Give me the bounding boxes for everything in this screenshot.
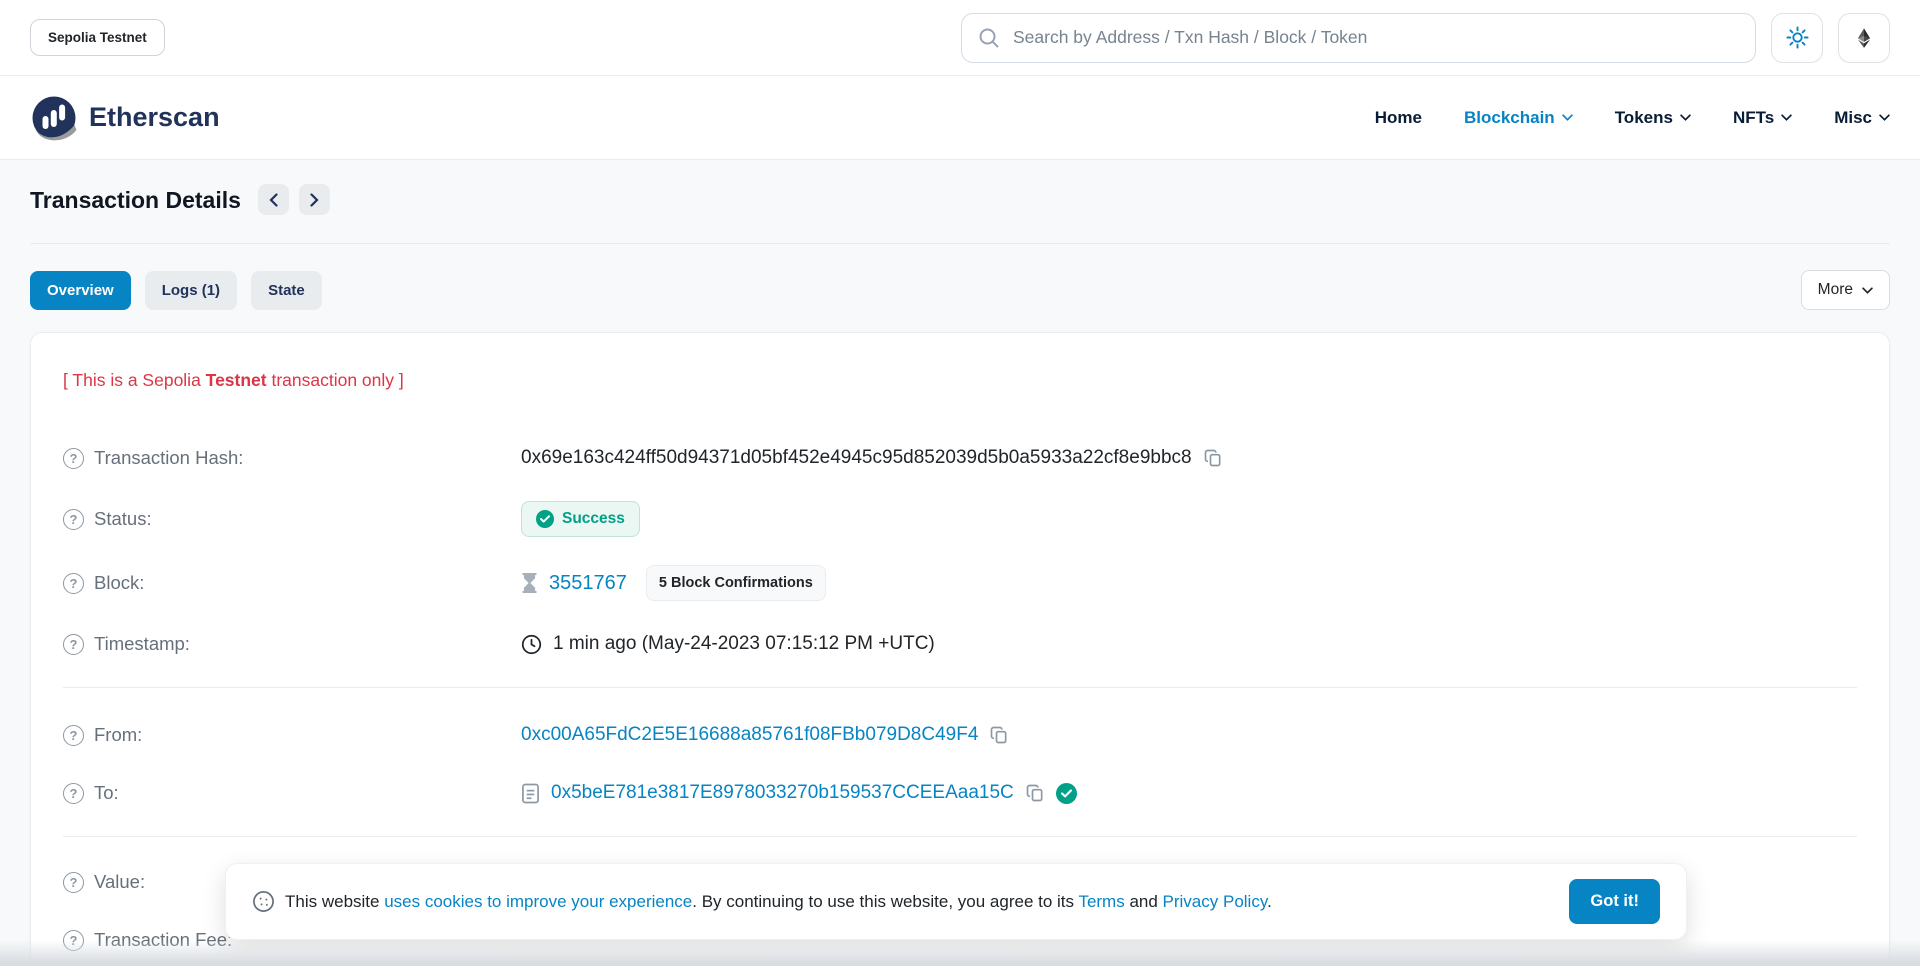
tab-overview[interactable]: Overview <box>30 271 131 310</box>
nav-item-nfts[interactable]: NFTs <box>1733 108 1792 128</box>
sun-icon <box>1786 26 1809 49</box>
cookie-text: and <box>1125 892 1163 911</box>
got-it-button[interactable]: Got it! <box>1569 879 1660 924</box>
main-content: Transaction Details Overview Logs (1) St… <box>0 160 1920 966</box>
cookie-text: . <box>1267 892 1272 911</box>
from-label: From: <box>94 724 142 746</box>
copy-icon <box>1025 783 1045 803</box>
page-title: Transaction Details <box>30 185 241 215</box>
value-label: Value: <box>94 871 145 893</box>
row-block: ? Block: 3551767 5 Block Confirmations <box>63 565 1857 601</box>
main-nav: Home Blockchain Tokens NFTs Misc <box>1375 108 1890 128</box>
from-address-link[interactable]: 0xc00A65FdC2E5E16688a85761f08FBb079D8C49… <box>521 724 978 746</box>
more-dropdown-button[interactable]: More <box>1801 270 1890 310</box>
copy-txn-hash-button[interactable] <box>1203 448 1223 468</box>
row-status: ? Status: Success <box>63 501 1857 537</box>
block-number-link[interactable]: 3551767 <box>549 572 627 595</box>
help-icon[interactable]: ? <box>63 930 84 951</box>
top-bar: Sepolia Testnet <box>0 0 1920 76</box>
transaction-hash-label: Transaction Hash: <box>94 447 243 469</box>
cookie-consent-banner: This website uses cookies to improve you… <box>225 863 1687 940</box>
next-transaction-button[interactable] <box>299 184 330 215</box>
to-address-link[interactable]: 0x5beE781e3817E8978033270b159537CCEEAaa1… <box>551 782 1014 804</box>
help-icon[interactable]: ? <box>63 573 84 594</box>
cookie-text: . By continuing to use this website, you… <box>692 892 1078 911</box>
brand-name: Etherscan <box>89 102 220 133</box>
help-icon[interactable]: ? <box>63 872 84 893</box>
etherscan-logo[interactable]: Etherscan <box>30 94 220 142</box>
divider <box>63 836 1857 837</box>
copy-icon <box>989 725 1009 745</box>
network-switch-button[interactable] <box>1838 13 1890 63</box>
block-label: Block: <box>94 572 144 594</box>
clock-icon <box>521 634 542 655</box>
row-transaction-hash: ? Transaction Hash: 0x69e163c424ff50d943… <box>63 443 1857 473</box>
terms-link[interactable]: Terms <box>1078 892 1124 911</box>
tab-logs[interactable]: Logs (1) <box>145 271 237 310</box>
copy-from-address-button[interactable] <box>989 725 1009 745</box>
divider <box>30 243 1890 244</box>
contract-icon <box>521 783 540 804</box>
status-label: Status: <box>94 508 152 530</box>
chevron-down-icon <box>1562 114 1573 121</box>
tab-state[interactable]: State <box>251 271 322 310</box>
copy-to-address-button[interactable] <box>1025 783 1045 803</box>
theme-toggle-button[interactable] <box>1771 13 1823 63</box>
hourglass-icon <box>521 573 538 593</box>
timestamp-label: Timestamp: <box>94 633 190 655</box>
chevron-down-icon <box>1680 114 1691 121</box>
verified-check-icon <box>1056 783 1077 804</box>
previous-transaction-button[interactable] <box>258 184 289 215</box>
privacy-policy-link[interactable]: Privacy Policy <box>1163 892 1268 911</box>
help-icon[interactable]: ? <box>63 634 84 655</box>
check-circle-icon <box>536 510 554 528</box>
cookie-icon <box>252 890 275 913</box>
etherscan-logo-icon <box>30 94 78 142</box>
nav-bar: Etherscan Home Blockchain Tokens NFTs Mi… <box>0 76 1920 160</box>
help-icon[interactable]: ? <box>63 725 84 746</box>
chevron-right-icon <box>310 193 319 207</box>
nav-item-blockchain[interactable]: Blockchain <box>1464 108 1573 128</box>
chevron-down-icon <box>1781 114 1792 121</box>
block-confirmations-badge: 5 Block Confirmations <box>646 565 826 601</box>
testnet-notice: [ This is a Sepolia Testnet transaction … <box>63 367 1857 393</box>
row-to: ? To: 0x5beE781e3817E8978033270b159537CC… <box>63 778 1857 808</box>
nav-item-tokens[interactable]: Tokens <box>1615 108 1691 128</box>
row-timestamp: ? Timestamp: 1 min ago (May-24-2023 07:1… <box>63 629 1857 659</box>
help-icon[interactable]: ? <box>63 509 84 530</box>
transaction-hash-value: 0x69e163c424ff50d94371d05bf452e4945c95d8… <box>521 447 1192 469</box>
chevron-down-icon <box>1879 114 1890 121</box>
copy-icon <box>1203 448 1223 468</box>
to-label: To: <box>94 782 119 804</box>
status-badge: Success <box>521 501 640 537</box>
divider <box>63 687 1857 688</box>
ethereum-icon <box>1853 27 1875 49</box>
transaction-fee-label: Transaction Fee: <box>94 929 232 951</box>
cookies-info-link[interactable]: uses cookies to improve your experience <box>384 892 692 911</box>
help-icon[interactable]: ? <box>63 448 84 469</box>
search-input[interactable] <box>1013 27 1740 48</box>
row-from: ? From: 0xc00A65FdC2E5E16688a85761f08FBb… <box>63 720 1857 750</box>
chevron-down-icon <box>1862 287 1873 294</box>
nav-item-misc[interactable]: Misc <box>1834 108 1890 128</box>
help-icon[interactable]: ? <box>63 783 84 804</box>
tabs-bar: Overview Logs (1) State More <box>30 270 1890 310</box>
cookie-text: This website <box>285 892 384 911</box>
nav-item-home[interactable]: Home <box>1375 108 1422 128</box>
chevron-left-icon <box>269 193 278 207</box>
timestamp-value: 1 min ago (May-24-2023 07:15:12 PM +UTC) <box>553 633 935 655</box>
search-bar[interactable] <box>961 13 1756 63</box>
search-icon <box>977 26 1001 50</box>
network-selector-button[interactable]: Sepolia Testnet <box>30 19 165 56</box>
